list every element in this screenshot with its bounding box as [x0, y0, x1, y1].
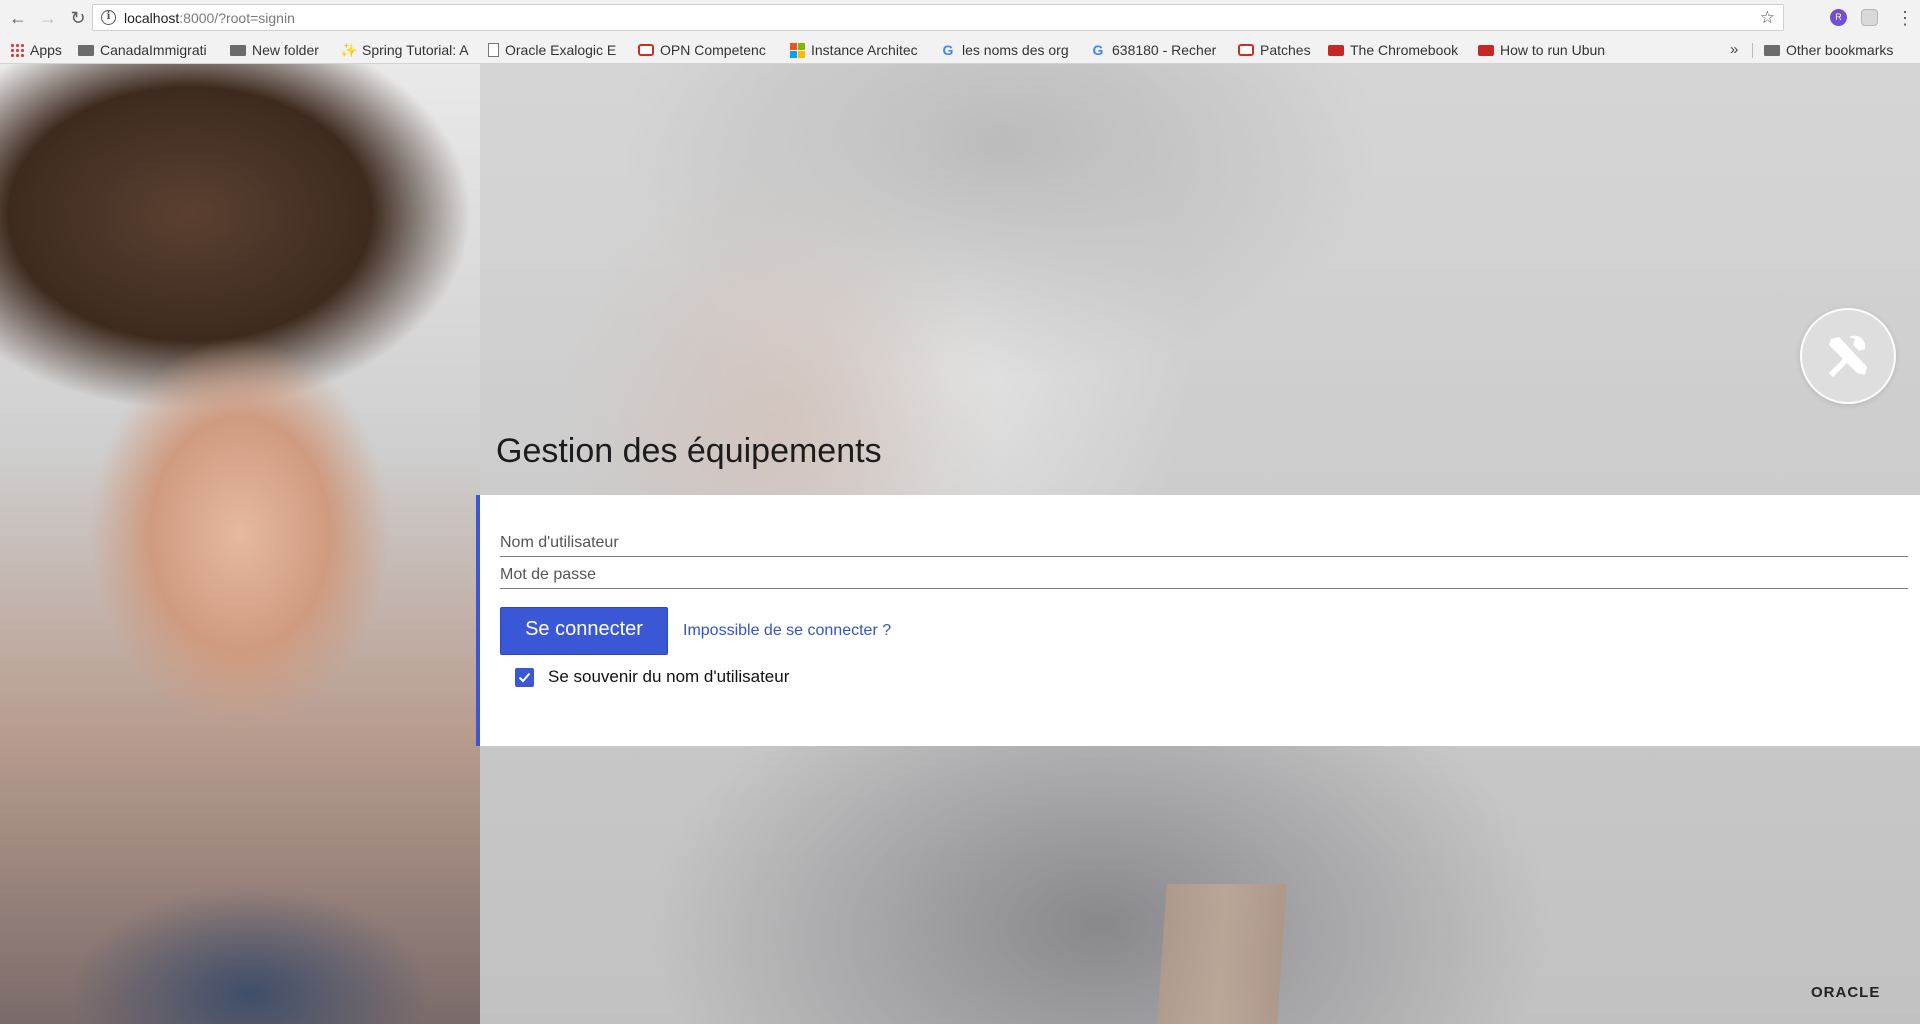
bookmark-new-folder[interactable]: New folder	[224, 36, 334, 64]
google-icon: G	[942, 42, 954, 58]
document-icon	[488, 43, 499, 57]
extension-gray-icon[interactable]	[1861, 9, 1878, 26]
bookmark-label: OPN Competenc	[660, 42, 766, 58]
spring-icon: ✨	[340, 42, 358, 58]
red-laptop-icon	[1328, 44, 1344, 56]
bookmark-patches[interactable]: Patches	[1232, 36, 1317, 64]
bookmark-spring-tutorial[interactable]: ✨ Spring Tutorial: A	[334, 36, 482, 64]
login-form: Se connecter Impossible de se connecter …	[476, 495, 1920, 746]
bookmark-label: Other bookmarks	[1786, 42, 1894, 58]
oracle-icon	[1238, 44, 1254, 56]
page-title: Gestion des équipements	[496, 432, 882, 470]
red-laptop-icon	[1478, 44, 1494, 56]
bookmark-other[interactable]: Other bookmarks	[1758, 36, 1899, 64]
bookmark-label: Oracle Exalogic E	[505, 42, 617, 58]
browser-menu-icon[interactable]: ⋮	[1896, 7, 1914, 29]
bookmarks-divider	[1752, 43, 1753, 58]
bookmark-label: Patches	[1260, 42, 1311, 58]
url-host: localhost	[124, 9, 180, 26]
hero-image-left	[0, 64, 480, 1024]
oracle-logo: ORACLE	[1811, 984, 1881, 1001]
browser-toolbar: ← → ↻ i localhost:8000/?root=signin ☆ R …	[0, 0, 1920, 36]
folder-icon	[230, 44, 246, 56]
bookmark-instance-architecture[interactable]: Instance Architec	[784, 36, 928, 64]
signin-page: Gestion des équipements Se connecter Imp…	[0, 64, 1920, 1024]
password-field	[500, 561, 1908, 589]
bookmark-apps[interactable]: Apps	[4, 36, 68, 64]
bookmark-les-noms[interactable]: G les noms des org	[934, 36, 1078, 64]
bookmark-chromebook[interactable]: The Chromebook	[1322, 36, 1468, 64]
address-bar[interactable]: i localhost:8000/?root=signin ☆	[92, 4, 1784, 31]
bookmark-label: les noms des org	[962, 42, 1069, 58]
bookmark-label: Spring Tutorial: A	[362, 42, 469, 58]
bookmark-label: How to run Ubun	[1500, 42, 1606, 58]
microsoft-icon	[790, 42, 805, 58]
url-path: :8000/?root=signin	[179, 9, 295, 26]
bookmarks-bar: Apps CanadaImmigrati New folder ✨ Spring…	[0, 36, 1920, 64]
username-input[interactable]	[500, 529, 1908, 556]
bookmark-label: Apps	[30, 42, 62, 58]
forward-arrow-icon[interactable]: →	[36, 6, 60, 30]
back-arrow-icon[interactable]: ←	[6, 6, 30, 30]
bookmark-label: Instance Architec	[811, 42, 918, 58]
bookmark-star-icon[interactable]: ☆	[1760, 8, 1775, 28]
folder-icon	[78, 44, 94, 56]
bookmark-638180[interactable]: G 638180 - Recher	[1084, 36, 1228, 64]
extension-purple-icon[interactable]: R	[1830, 9, 1847, 26]
checkmark-icon	[518, 672, 531, 682]
cannot-signin-link[interactable]: Impossible de se connecter ?	[683, 622, 891, 640]
oracle-icon	[638, 44, 654, 56]
bookmark-label: 638180 - Recher	[1112, 42, 1217, 58]
bookmark-oracle-exalogic[interactable]: Oracle Exalogic E	[482, 36, 628, 64]
bookmark-label: CanadaImmigrati	[100, 42, 207, 58]
site-info-icon[interactable]: i	[101, 10, 116, 25]
folder-icon	[1764, 44, 1780, 56]
remember-checkbox[interactable]	[515, 667, 534, 687]
reload-icon[interactable]: ↻	[66, 6, 90, 30]
password-input[interactable]	[500, 561, 1908, 588]
username-field	[500, 529, 1908, 557]
bookmark-opn-competence[interactable]: OPN Competenc	[632, 36, 778, 64]
google-icon: G	[1092, 42, 1104, 58]
bookmark-canadaimmigration[interactable]: CanadaImmigrati	[72, 36, 220, 64]
tools-icon	[1800, 308, 1896, 404]
apps-grid-icon	[10, 43, 24, 57]
bookmarks-overflow-icon[interactable]: »	[1730, 36, 1738, 64]
remember-label: Se souvenir du nom d'utilisateur	[548, 667, 790, 686]
bookmark-label: New folder	[252, 42, 319, 58]
bookmark-run-ubuntu[interactable]: How to run Ubun	[1472, 36, 1618, 64]
bookmark-label: The Chromebook	[1350, 42, 1459, 58]
signin-button[interactable]: Se connecter	[500, 607, 668, 655]
remember-username: Se souvenir du nom d'utilisateur	[515, 659, 789, 695]
